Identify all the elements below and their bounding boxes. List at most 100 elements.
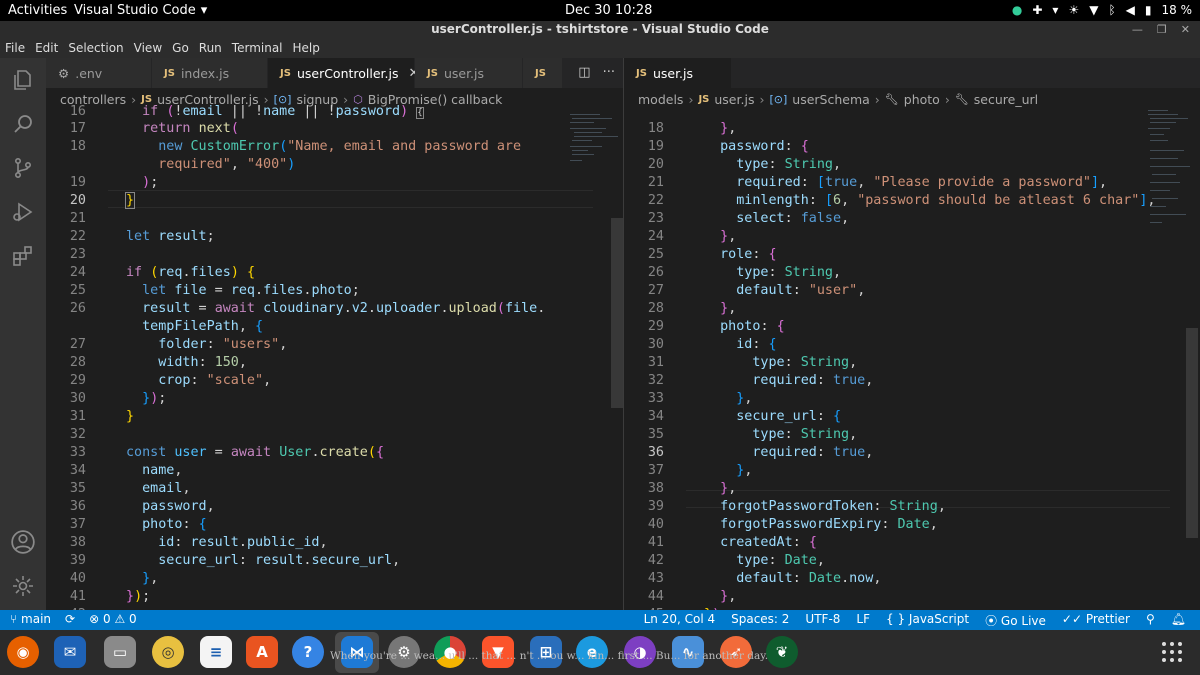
search-icon[interactable] <box>9 110 37 138</box>
code-line: 35 type: String, <box>647 427 858 442</box>
help-icon[interactable]: ? <box>292 636 324 668</box>
tab-label: user.js <box>443 65 485 81</box>
show-applications-icon[interactable] <box>1162 642 1182 662</box>
language-mode[interactable]: { } JavaScript <box>886 612 969 629</box>
run-debug-icon[interactable] <box>9 198 37 226</box>
chevron-right-icon: › <box>759 91 765 107</box>
minimize-icon[interactable]: — <box>1132 21 1143 38</box>
go-live-button[interactable]: ⦿ Go Live <box>985 612 1046 629</box>
thunderbird-icon[interactable]: ✉ <box>54 636 86 668</box>
warning-icon: ⚠ <box>114 612 126 626</box>
split-editor-icon[interactable]: ◫ <box>578 65 590 80</box>
problems-indicator[interactable]: ⊗ 0 ⚠ 0 <box>89 612 137 626</box>
window-title: userController.js - tshirtstore - Visual… <box>431 22 769 36</box>
notifications-bell-icon[interactable]: 🔔︎ <box>1171 612 1186 629</box>
menu-run[interactable]: Run <box>194 38 227 58</box>
system-tray[interactable]: ● ✚ ▾ ☀ ▼ ᛒ ◀ ▮ 18 % <box>1012 2 1192 18</box>
sync-icon[interactable]: ⟳ <box>65 612 75 626</box>
feedback-icon[interactable]: ⚲ <box>1146 612 1155 629</box>
code-line: 39 secure_url: result.secure_url, <box>69 553 401 568</box>
prettier-status[interactable]: ✓✓ Prettier <box>1062 612 1130 629</box>
double-check-icon: ✓✓ <box>1061 612 1082 626</box>
code-editor[interactable]: 16 if (!email || !name || !password) { 1… <box>46 104 623 610</box>
bluetooth-icon: ᛒ <box>1108 3 1116 17</box>
go-live-label: Go Live <box>1000 614 1046 628</box>
cursor-position[interactable]: Ln 20, Col 4 <box>644 612 716 629</box>
extensions-icon[interactable] <box>9 242 37 270</box>
code-line: 28 }, <box>647 301 737 316</box>
broadcast-icon: ⦿ <box>985 614 998 628</box>
branch-indicator[interactable]: ⑂ main <box>10 612 51 626</box>
code-line: 27 default: "user", <box>647 283 866 298</box>
code-line: 28 width: 150, <box>69 355 247 370</box>
menu-edit[interactable]: Edit <box>30 38 63 58</box>
close-icon[interactable]: ✕ <box>1181 21 1190 38</box>
scrollbar-thumb[interactable] <box>611 218 623 408</box>
tab-index-js[interactable]: JS index.js <box>152 58 268 88</box>
app-menu-label: Visual Studio Code <box>74 3 196 18</box>
app-indicator-icon: ● <box>1011 3 1023 17</box>
code-line: 36 required: true, <box>647 445 874 460</box>
code-line: 32 required: true, <box>647 373 874 388</box>
encoding[interactable]: UTF-8 <box>805 612 840 629</box>
activities-button[interactable]: Activities <box>8 3 67 18</box>
menu-file[interactable]: File <box>0 38 30 58</box>
code-line: 37 }, <box>647 463 753 478</box>
breadcrumb-symbol[interactable]: secure_url <box>974 92 1038 107</box>
more-actions-icon[interactable]: ··· <box>603 65 615 80</box>
code-line: 36 password, <box>69 499 215 514</box>
menu-go[interactable]: Go <box>167 38 194 58</box>
software-center-icon[interactable]: A <box>246 636 278 668</box>
code-line: 33 }, <box>647 391 753 406</box>
wrench-icon: 🔧︎ <box>884 92 899 106</box>
breadcrumb-symbol[interactable]: photo <box>904 92 940 107</box>
code-line: 18 }, <box>647 121 737 136</box>
menu-selection[interactable]: Selection <box>63 38 128 58</box>
caret-down-icon: ▾ <box>1052 3 1059 17</box>
tab-user-js[interactable]: JS user.js <box>415 58 523 88</box>
account-icon[interactable] <box>9 528 37 556</box>
clock[interactable]: Dec 30 10:28 <box>565 3 652 18</box>
minimap[interactable] <box>1146 110 1200 240</box>
menu-terminal[interactable]: Terminal <box>227 38 288 58</box>
tab-overflow[interactable]: JS <box>523 58 563 88</box>
left-tab-bar: ⚙ .env JS index.js JS userController.js … <box>46 58 623 88</box>
scrollbar-thumb[interactable] <box>1186 328 1198 538</box>
explorer-icon[interactable] <box>9 66 37 94</box>
js-file-icon: JS <box>427 67 438 79</box>
breadcrumb-symbol[interactable]: userSchema <box>792 92 870 107</box>
firefox-icon[interactable]: ◉ <box>7 636 39 668</box>
tab-usercontroller-js[interactable]: JS userController.js ✕ <box>268 58 419 88</box>
tab-env[interactable]: ⚙ .env <box>46 58 152 88</box>
breadcrumb-folder[interactable]: models <box>638 92 683 107</box>
code-line: 41}); <box>69 589 151 604</box>
code-line: 21 required: [true, "Please provide a pa… <box>647 175 1108 190</box>
wifi-icon: ▼ <box>1089 3 1099 17</box>
mongodb-compass-icon[interactable]: ❦ <box>766 636 798 668</box>
indentation[interactable]: Spaces: 2 <box>731 612 789 629</box>
code-line: 25 role: { <box>647 247 777 262</box>
code-line: 34 name, <box>69 463 183 478</box>
rhythmbox-icon[interactable]: ◎ <box>152 636 184 668</box>
code-line: 24 if (req.files) { <box>69 265 255 280</box>
code-line: 24 }, <box>647 229 737 244</box>
code-line: 30 }); <box>69 391 167 406</box>
code-line: 21 <box>69 211 86 226</box>
files-icon[interactable]: ▭ <box>104 636 136 668</box>
end-of-line[interactable]: LF <box>856 612 870 629</box>
manage-gear-icon[interactable] <box>9 572 37 600</box>
maximize-icon[interactable]: ❐ <box>1157 21 1167 38</box>
brightness-icon: ☀ <box>1068 3 1080 17</box>
libreoffice-writer-icon[interactable]: ≡ <box>200 636 232 668</box>
source-control-icon[interactable] <box>9 154 37 182</box>
menu-view[interactable]: View <box>129 38 167 58</box>
code-line: 25 let file = req.files.photo; <box>69 283 360 298</box>
breadcrumb-file[interactable]: user.js <box>714 92 754 107</box>
menu-help[interactable]: Help <box>288 38 325 58</box>
tab-user-js[interactable]: JS user.js <box>624 58 732 88</box>
code-line: 33 const user = await User.create({ <box>69 445 384 460</box>
app-menu[interactable]: Visual Studio Code ▾ <box>74 3 207 18</box>
status-bar: ⑂ main ⟳ ⊗ 0 ⚠ 0 Ln 20, Col 4 Spaces: 2 … <box>0 610 1200 630</box>
tab-label: .env <box>75 65 103 81</box>
code-editor[interactable]: 18 }, 19 password: { 20 type: String, 21… <box>624 110 1200 610</box>
